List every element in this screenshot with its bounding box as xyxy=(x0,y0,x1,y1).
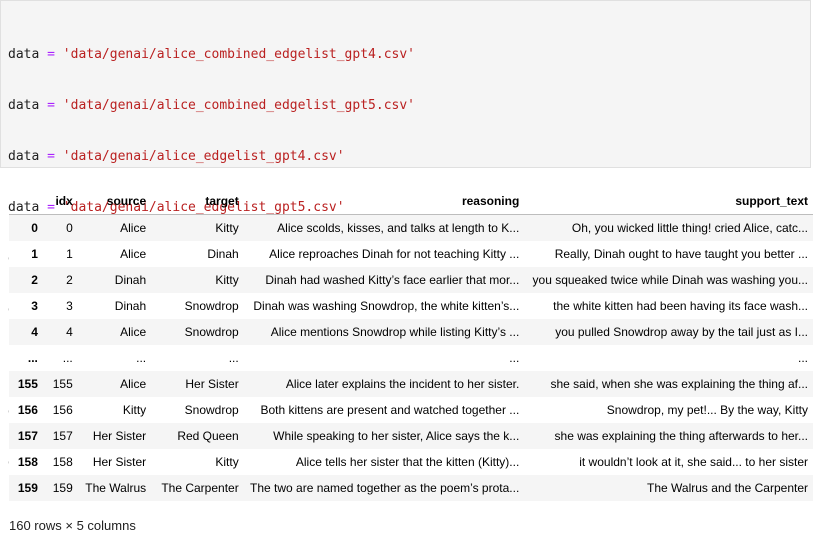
row-index: ... xyxy=(27,351,38,365)
cell-target: Kitty xyxy=(215,273,239,287)
code-line: data = 'data/genai/alice_combined_edgeli… xyxy=(8,98,415,113)
table-row: 0 0 Alice Kitty Alice scolds, kisses, and ta… xyxy=(9,214,813,241)
row-index: 155 xyxy=(17,377,38,391)
table-row: 4 4 Alice Snowdrop Alice mentions Snowdrop w… xyxy=(9,319,813,345)
cell-reasoning: Alice tells her sister that the kitten (… xyxy=(295,455,520,469)
table-row: 3 3 Dinah Snowdrop Dinah was washing Snowdro… xyxy=(9,293,813,319)
table-body: 0 0 Alice Kitty Alice scolds, kisses, and ta… xyxy=(9,214,813,501)
cell-source: Alice xyxy=(120,377,147,391)
cell-idx: 156 xyxy=(52,403,73,417)
table-row: 157 157 Her Sister Red Queen While speaking … xyxy=(9,423,813,449)
dataframe-shape: 160 rows × 5 columns xyxy=(9,518,136,533)
cell-idx: 2 xyxy=(66,273,73,287)
row-index: 1 xyxy=(31,247,38,261)
cell-reasoning: While speaking to her sister, Alice says… xyxy=(273,429,520,443)
column-header-source: source xyxy=(77,188,152,215)
row-index: 156 xyxy=(17,403,38,417)
cell-target: Snowdrop xyxy=(184,325,239,339)
cell-source: Alice xyxy=(120,221,147,235)
table-row: 156 156 Kitty Snowdrop Both kittens are pres… xyxy=(9,397,813,423)
cell-support-text: it wouldn’t look at it, she said... to h… xyxy=(579,455,808,469)
cell-target: Snowdrop xyxy=(184,403,239,417)
cell-target: Kitty xyxy=(215,455,239,469)
cell-source: Kitty xyxy=(122,403,147,417)
row-index: 158 xyxy=(17,455,38,469)
cell-reasoning: Alice mentions Snowdrop while listing Ki… xyxy=(270,325,520,339)
code-cell[interactable]: data = 'data/genai/alice_combined_edgeli… xyxy=(0,0,811,470)
cell-target: Red Queen xyxy=(177,429,239,443)
column-header-idx: idx xyxy=(42,188,78,215)
cell-idx: 3 xyxy=(66,299,73,313)
cell-support-text: she said, when she was explaining the th… xyxy=(550,377,809,391)
cell-source: Alice xyxy=(120,247,147,261)
cell-source: The Walrus xyxy=(85,481,147,495)
cell-idx: ... xyxy=(62,351,73,365)
code-line: data = 'data/genai/alice_edgelist_gpt4.c… xyxy=(8,149,345,164)
cell-reasoning: Alice later explains the incident to her… xyxy=(285,377,520,391)
row-index: 3 xyxy=(31,299,38,313)
cell-source: Her Sister xyxy=(92,429,147,443)
cell-reasoning: The two are named together as the poem’s… xyxy=(250,481,520,495)
cell-idx: 155 xyxy=(52,377,73,391)
cell-source: Her Sister xyxy=(92,455,147,469)
cell-target: Dinah xyxy=(207,247,239,261)
cell-idx: 158 xyxy=(52,455,73,469)
column-header-reasoning: reasoning xyxy=(243,188,525,215)
cell-support-text: you pulled Snowdrop away by the tail jus… xyxy=(555,325,808,339)
cell-idx: 4 xyxy=(66,325,73,339)
code-line: data = 'data/genai/alice_combined_edgeli… xyxy=(8,47,415,62)
table-row: .................. xyxy=(9,345,813,371)
cell-idx: 157 xyxy=(52,429,73,443)
table-row: 155 155 Alice Her Sister Alice later explain… xyxy=(9,371,813,397)
cell-support-text: Snowdrop, my pet!... By the way, Kitty xyxy=(606,403,808,417)
cell-target: Snowdrop xyxy=(184,299,239,313)
table-row: 158 158 Her Sister Kitty Alice tells her sis… xyxy=(9,449,813,475)
cell-reasoning: ... xyxy=(509,351,520,365)
cell-support-text: the white kitten had been having its fac… xyxy=(553,299,808,313)
cell-support-text: The Walrus and the Carpenter xyxy=(647,481,808,495)
table-row: 159 159 The Walrus The Carpenter The two are… xyxy=(9,475,813,501)
cell-target: Her Sister xyxy=(185,377,239,391)
cell-target: The Carpenter xyxy=(161,481,239,495)
index-header xyxy=(9,188,43,215)
cell-idx: 1 xyxy=(66,247,73,261)
cell-source: Dinah xyxy=(114,273,147,287)
row-index: 4 xyxy=(31,325,38,339)
cell-reasoning: Alice scolds, kisses, and talks at lengt… xyxy=(277,221,520,235)
row-index: 159 xyxy=(17,481,38,495)
cell-target: ... xyxy=(228,351,239,365)
column-header-support-text: support_text xyxy=(524,188,813,215)
cell-reasoning: Dinah had washed Kitty’s face earlier th… xyxy=(265,273,520,287)
cell-support-text: Oh, you wicked little thing! cried Alice… xyxy=(571,221,808,235)
cell-source: ... xyxy=(136,351,147,365)
cell-support-text: you squeaked twice while Dinah was washi… xyxy=(532,273,808,287)
row-index: 157 xyxy=(17,429,38,443)
row-index: 2 xyxy=(31,273,38,287)
table-header-row: idx source target reasoning support_text xyxy=(9,188,813,215)
table-row: 2 2 Dinah Kitty Dinah had washed Kitty’s fac… xyxy=(9,267,813,293)
cell-reasoning: Dinah was washing Snowdrop, the white ki… xyxy=(253,299,520,313)
column-header-target: target xyxy=(151,188,244,215)
cell-reasoning: Alice reproaches Dinah for not teaching … xyxy=(269,247,520,261)
dataframe-table: idx source target reasoning support_text… xyxy=(9,188,813,501)
cell-source: Dinah xyxy=(114,299,147,313)
cell-target: Kitty xyxy=(215,221,239,235)
cell-idx: 159 xyxy=(52,481,73,495)
cell-support-text: ... xyxy=(797,351,808,365)
cell-support-text: Really, Dinah ought to have taught you b… xyxy=(554,247,808,261)
cell-source: Alice xyxy=(120,325,147,339)
cell-idx: 0 xyxy=(66,221,73,235)
cell-reasoning: Both kittens are present and watched tog… xyxy=(260,403,520,417)
row-index: 0 xyxy=(31,221,38,235)
cell-support-text: she was explaining the thing afterwards … xyxy=(554,429,808,443)
table-row: 1 1 Alice Dinah Alice reproaches Dinah for n… xyxy=(9,241,813,267)
